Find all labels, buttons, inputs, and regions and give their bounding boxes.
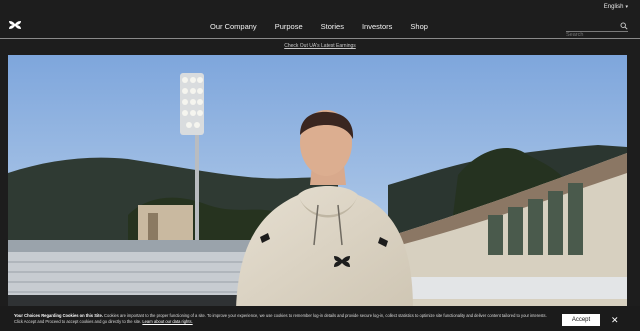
hero-image <box>8 55 627 309</box>
cookie-heading: Your Choices Regarding Cookies on this S… <box>14 313 103 318</box>
nav-item-stories[interactable]: Stories <box>321 22 344 31</box>
close-icon[interactable]: ✕ <box>611 316 619 325</box>
main-nav: Our Company Purpose Stories Investors Sh… <box>0 16 640 38</box>
nav-divider <box>0 38 640 39</box>
search-icon[interactable] <box>620 22 628 30</box>
chevron-down-icon: ▾ <box>625 4 628 10</box>
accept-button[interactable]: Accept <box>562 314 600 326</box>
hero-illustration <box>8 55 627 309</box>
cookie-banner: Your Choices Regarding Cookies on this S… <box>0 306 640 331</box>
nav-item-our-company[interactable]: Our Company <box>210 22 257 31</box>
nav-item-shop[interactable]: Shop <box>410 22 428 31</box>
nav-item-purpose[interactable]: Purpose <box>275 22 303 31</box>
nav-item-investors[interactable]: Investors <box>362 22 392 31</box>
data-rights-link[interactable]: Learn about our data rights. <box>142 319 192 324</box>
cookie-text: Your Choices Regarding Cookies on this S… <box>14 313 554 325</box>
language-selector[interactable]: English ▾ <box>604 4 628 10</box>
nav-menu: Our Company Purpose Stories Investors Sh… <box>210 22 446 31</box>
search-box <box>566 22 628 38</box>
language-label: English <box>603 4 624 10</box>
earnings-link[interactable]: Check Out UA's Latest Earnings <box>0 43 640 49</box>
under-armour-logo-icon[interactable] <box>8 20 22 30</box>
top-bar: English ▾ <box>0 0 640 16</box>
